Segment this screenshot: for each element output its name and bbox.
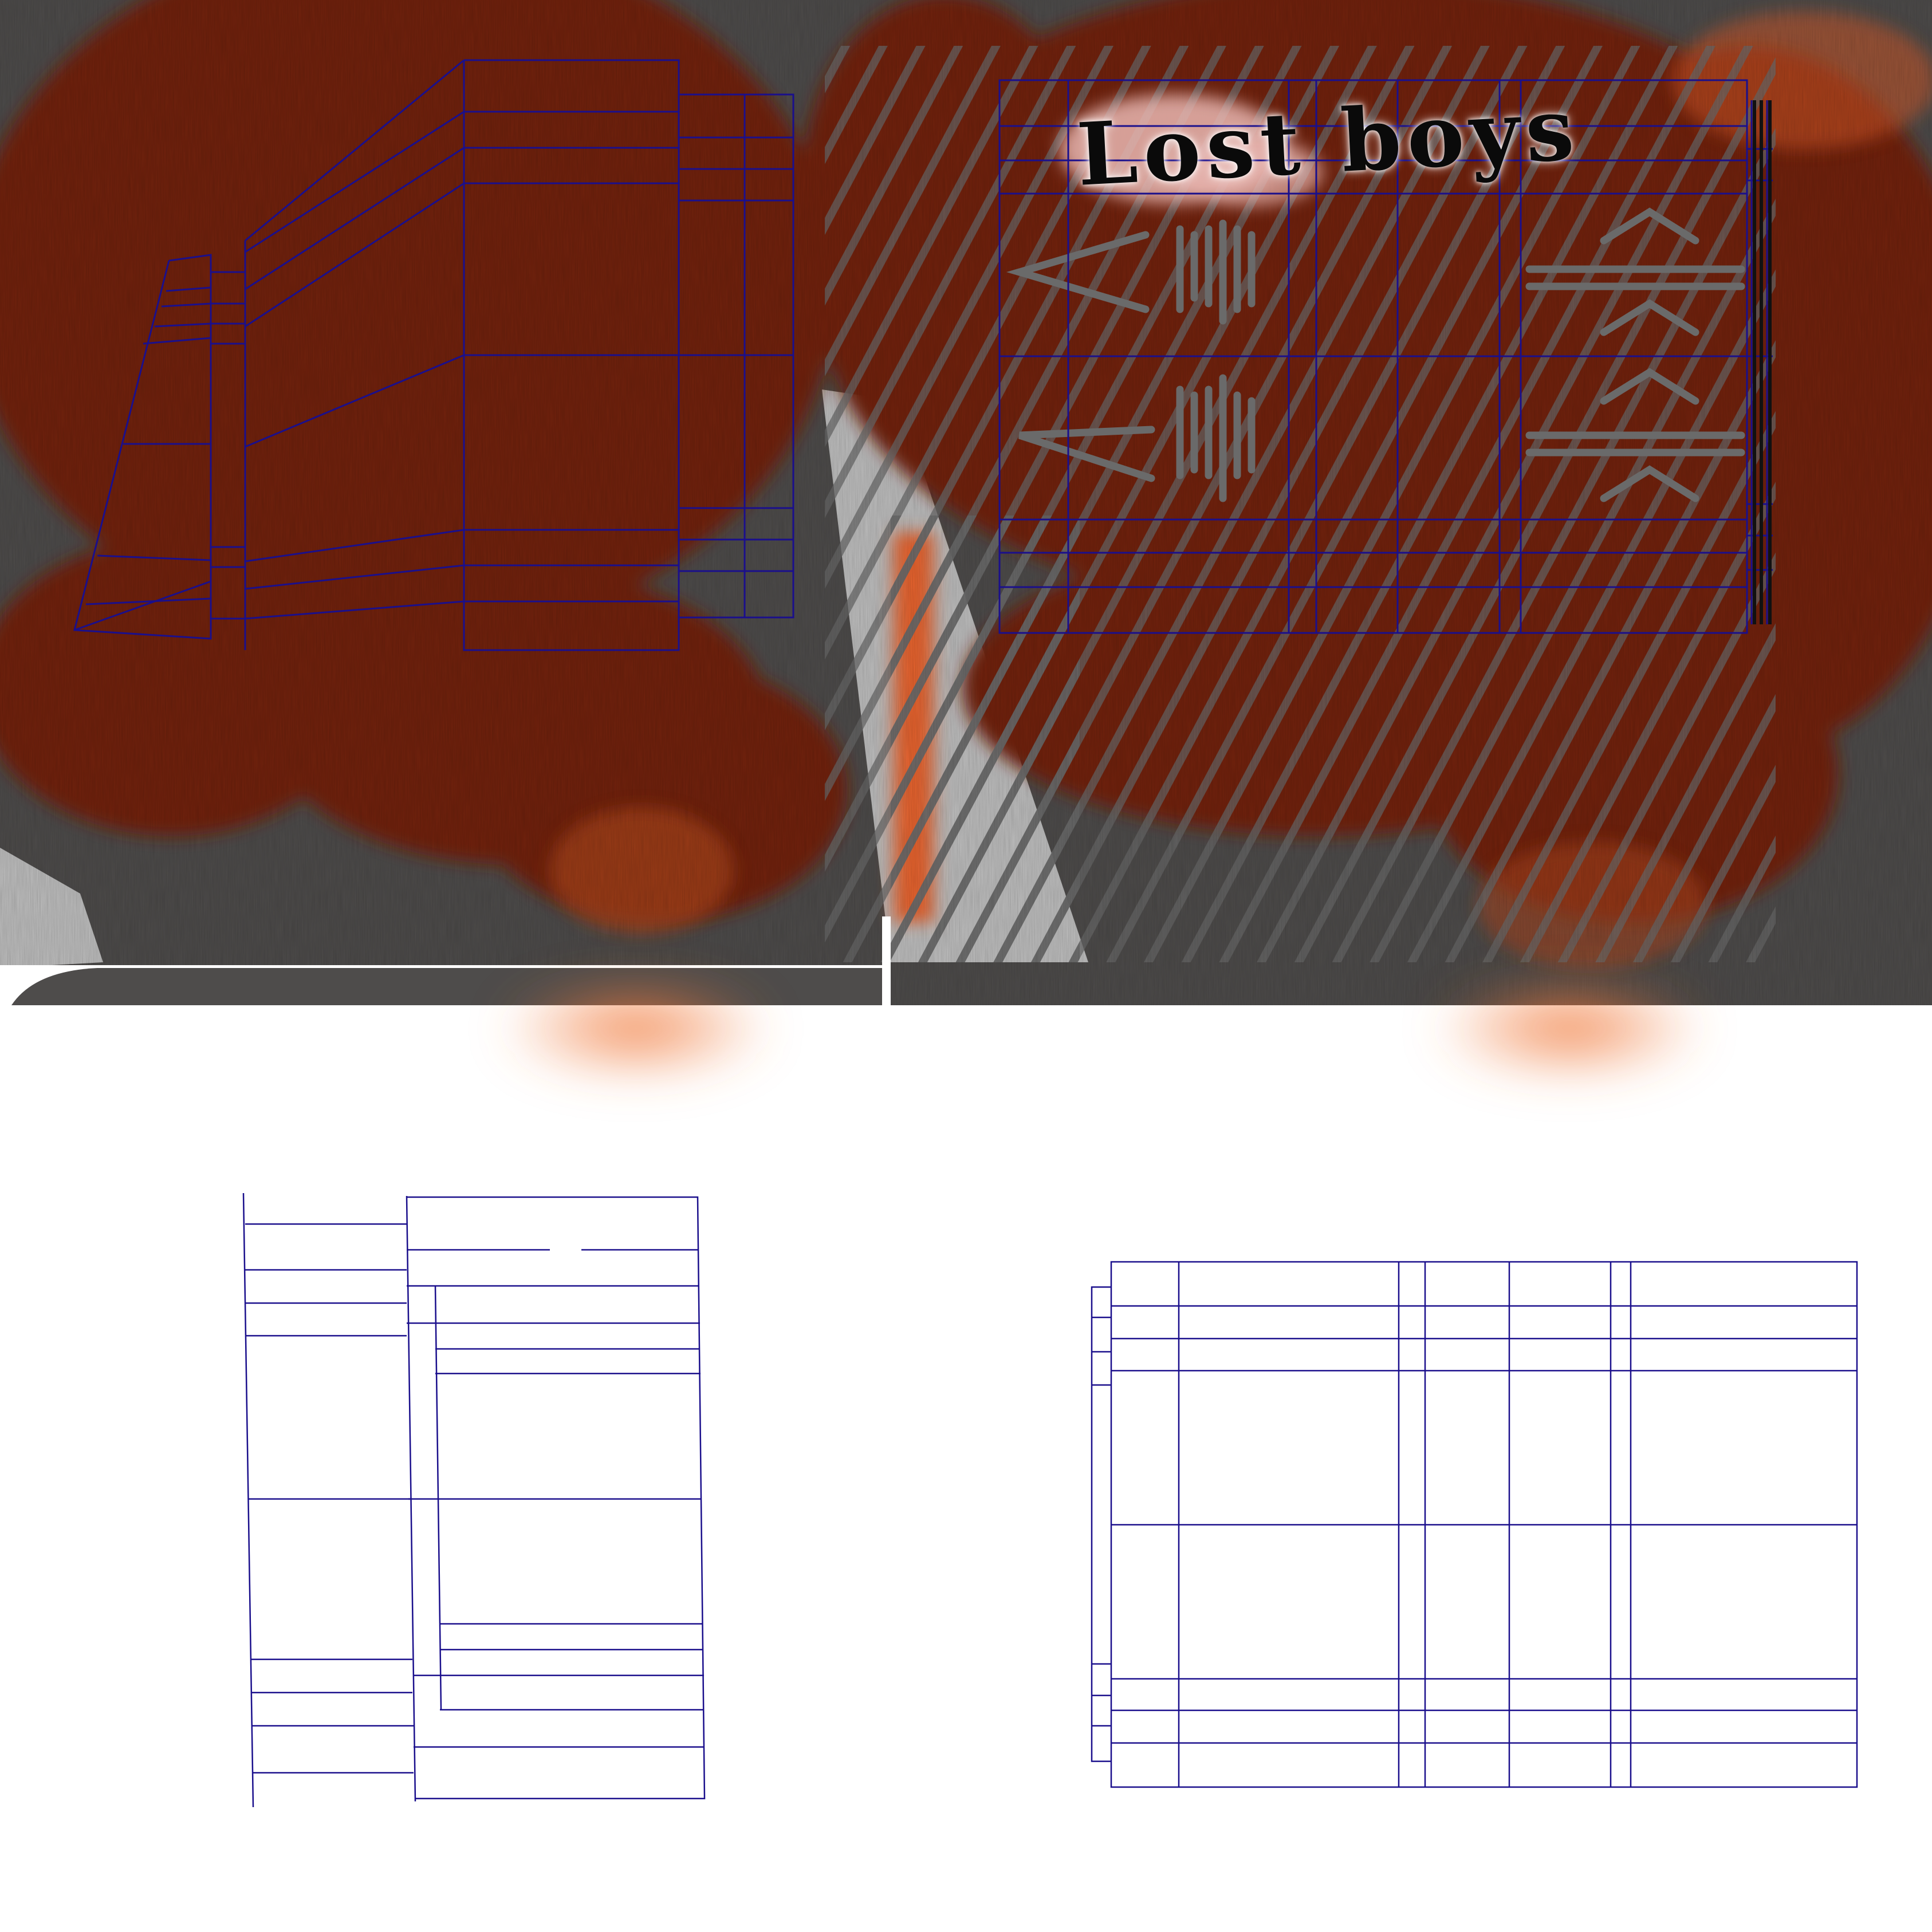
grey-arc bbox=[11, 968, 888, 1005]
artwork-canvas bbox=[0, 0, 1932, 1808]
glow-left bbox=[498, 977, 773, 1080]
wireframe-lower-right bbox=[1091, 1261, 1858, 1788]
wireframe-lower-left bbox=[242, 1193, 706, 1808]
glow-right bbox=[1432, 977, 1707, 1080]
white-lower-gap-right bbox=[882, 916, 891, 1005]
paint-grain bbox=[0, 0, 1932, 1005]
painted-band bbox=[0, 0, 1932, 1005]
